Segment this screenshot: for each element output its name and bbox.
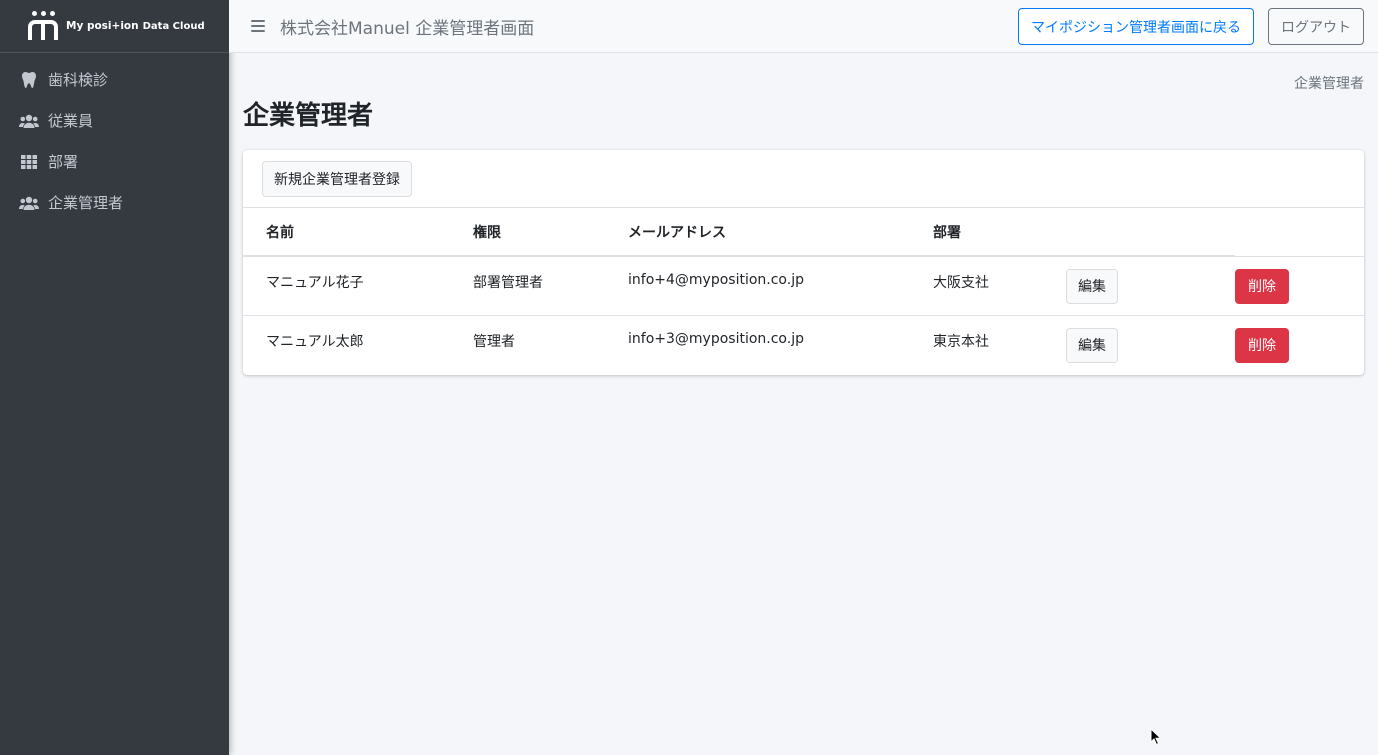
users-icon [19,114,39,128]
new-admin-button[interactable]: 新規企業管理者登録 [262,161,412,197]
card-header: 新規企業管理者登録 [243,150,1364,208]
hamburger-menu-icon[interactable] [251,20,265,32]
sidebar-item-label: 企業管理者 [48,194,124,212]
brand-name: My posi+ion Data Cloud [66,20,205,32]
sidebar: My posi+ion Data Cloud 歯科検診 従業員 部署 企業管理者 [0,0,229,755]
logout-button[interactable]: ログアウト [1268,8,1364,45]
sidebar-item-employees[interactable]: 従業員 [0,100,229,141]
cell-name: マニュアル太郎 [266,333,364,350]
breadcrumb[interactable]: 企業管理者 [1294,73,1364,93]
cell-email: info+4@myposition.co.jp [628,256,933,316]
column-header-edit [1066,208,1235,257]
sidebar-item-label: 歯科検診 [48,71,109,89]
column-header-email: メールアドレス [628,208,933,257]
mouse-cursor-icon [1150,728,1162,746]
table-header-row: 名前 権限 メールアドレス 部署 [243,208,1364,257]
cell-edit: 編集 [1066,315,1235,374]
edit-button[interactable]: 編集 [1066,327,1118,363]
column-header-role: 権限 [473,208,628,257]
tooth-icon [19,71,39,88]
table-row: マニュアル花子 部署管理者 info+4@myposition.co.jp 大阪… [243,256,1364,316]
header-actions: マイポジション管理者画面に戻る ログアウト [1018,8,1364,45]
top-navbar: 株式会社Manuel 企業管理者画面 マイポジション管理者画面に戻る ログアウト [229,0,1378,53]
table-row: マニュアル太郎 管理者 info+3@myposition.co.jp 東京本社… [243,315,1364,374]
sidebar-item-label: 部署 [48,153,79,171]
column-header-name: 名前 [243,208,473,257]
cell-edit: 編集 [1066,256,1235,316]
admin-list-card: 新規企業管理者登録 名前 権限 メールアドレス 部署 マニュアル花子 部署管理者… [243,150,1364,375]
sidebar-item-departments[interactable]: 部署 [0,141,229,182]
edit-button[interactable]: 編集 [1066,268,1118,304]
cell-name: マニュアル花子 [243,256,473,316]
column-header-delete [1235,208,1364,257]
admin-table: 名前 権限 メールアドレス 部署 マニュアル花子 部署管理者 info+4@my… [243,208,1364,374]
brand[interactable]: My posi+ion Data Cloud [0,0,229,53]
sidebar-nav: 歯科検診 従業員 部署 企業管理者 [0,53,229,223]
sidebar-item-company-admins[interactable]: 企業管理者 [0,182,229,223]
cell-delete: 削除 [1235,256,1364,316]
brand-logo-icon [28,11,60,41]
back-to-admin-button[interactable]: マイポジション管理者画面に戻る [1018,8,1254,45]
page-title: 企業管理者 [243,101,374,131]
delete-button[interactable]: 削除 [1235,268,1289,304]
sidebar-item-label: 従業員 [48,112,94,130]
cell-role: 管理者 [473,333,515,350]
delete-button[interactable]: 削除 [1235,327,1289,363]
cell-department: 東京本社 [933,333,989,350]
cell-role: 部署管理者 [473,256,628,316]
column-header-department: 部署 [933,208,1066,257]
users-icon [19,196,39,210]
cell-email: info+3@myposition.co.jp [628,330,804,347]
cell-department: 大阪支社 [933,256,1066,316]
cell-delete: 削除 [1235,315,1364,374]
grid-icon [19,154,39,169]
sidebar-item-dental-checkup[interactable]: 歯科検診 [0,59,229,100]
header-title: 株式会社Manuel 企業管理者画面 [280,18,535,39]
